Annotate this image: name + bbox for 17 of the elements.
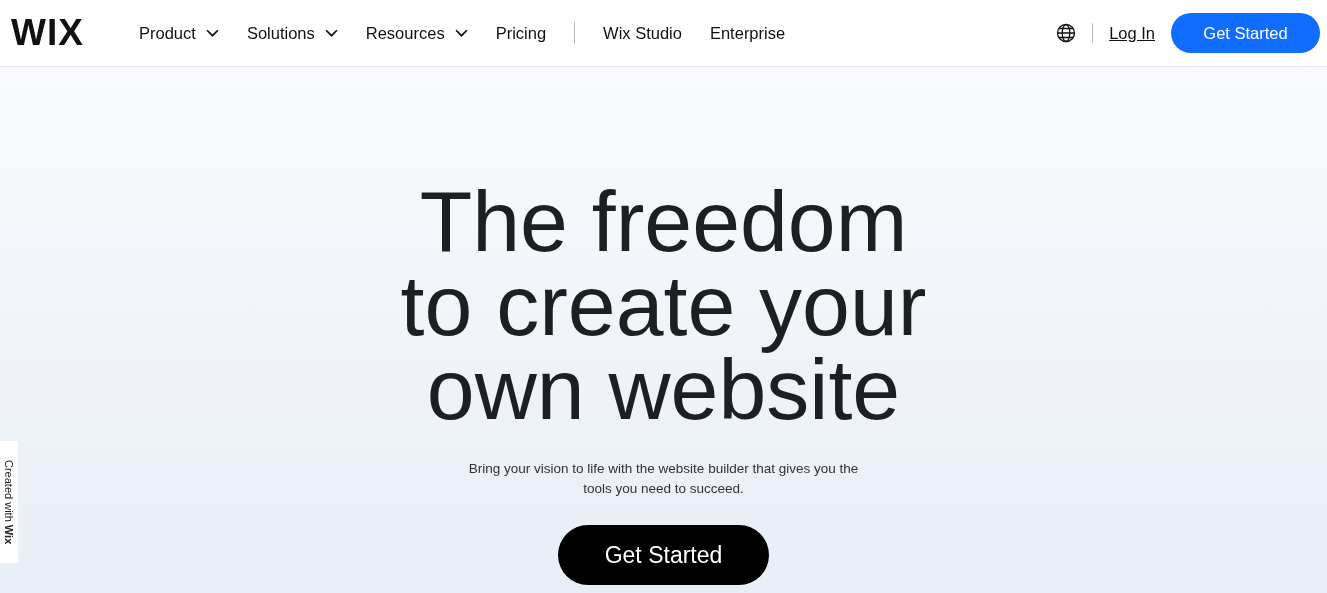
hero-headline: The freedom to create your own website bbox=[400, 179, 927, 431]
wix-logo[interactable]: WIX bbox=[11, 12, 139, 54]
chevron-down-icon bbox=[324, 28, 338, 38]
get-started-button[interactable]: Get Started bbox=[558, 525, 769, 585]
globe-icon[interactable] bbox=[1056, 23, 1077, 43]
nav-link[interactable]: Pricing bbox=[495, 23, 547, 43]
log-in-link[interactable]: Log In bbox=[1109, 23, 1155, 43]
nav-link[interactable]: Wix Studio bbox=[603, 23, 682, 43]
nav-link[interactable]: Solutions bbox=[246, 23, 338, 43]
get-started-button[interactable]: Get Started bbox=[1171, 13, 1320, 53]
chevron-down-icon bbox=[454, 28, 468, 38]
nav-link[interactable]: Resources bbox=[365, 23, 468, 43]
created-with-wix-badge[interactable]: Created with Wix bbox=[0, 441, 18, 563]
nav-link[interactable]: Enterprise bbox=[709, 23, 786, 43]
chevron-down-icon bbox=[205, 28, 219, 38]
hero-subtitle: Bring your vision to life with the website builder that gives you the tools you need to succeed. bbox=[467, 460, 860, 498]
nav-link[interactable]: Product bbox=[139, 23, 219, 43]
